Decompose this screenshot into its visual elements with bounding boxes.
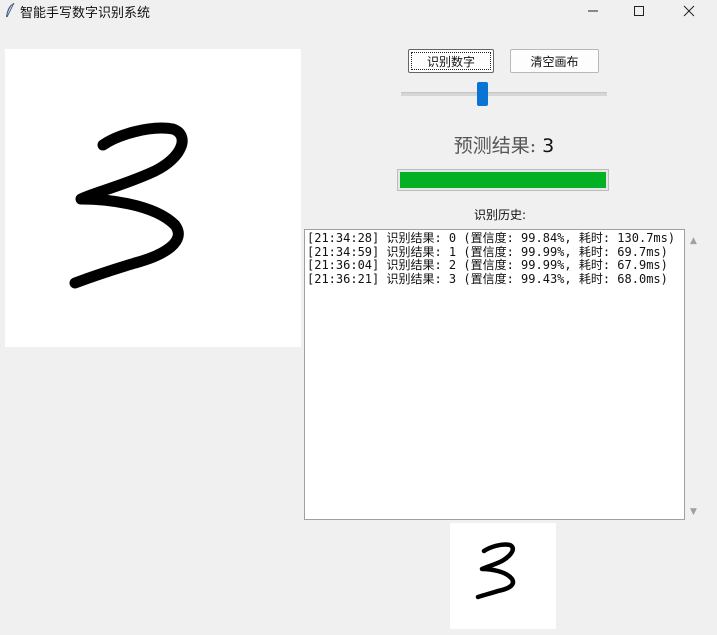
history-scrollbar[interactable]: ▲ ▼ [685, 229, 702, 520]
confidence-progress-bar [397, 169, 609, 191]
maximize-icon [634, 6, 644, 16]
history-line: [21:34:59] 识别结果: 1 (置信度: 99.99%, 耗时: 69.… [307, 244, 668, 259]
prediction-result: 预测结果: 3 [400, 131, 608, 158]
window-title: 智能手写数字识别系统 [20, 6, 151, 21]
preprocessed-preview-image [450, 523, 556, 629]
brush-size-slider-thumb[interactable] [477, 82, 488, 106]
history-line: [21:36:04] 识别结果: 2 (置信度: 99.99%, 耗时: 67.… [307, 258, 668, 272]
recognize-button[interactable]: 识别数字 [408, 49, 494, 73]
history-line: [21:36:21] 识别结果: 3 (置信度: 99.43%, 耗时: 68.… [307, 271, 668, 286]
clear-canvas-button[interactable]: 清空画布 [510, 49, 599, 73]
title-bar: 智能手写数字识别系统 [0, 0, 717, 22]
minimize-button[interactable] [570, 0, 616, 22]
drawing-canvas[interactable] [5, 49, 301, 347]
maximize-button[interactable] [616, 0, 662, 22]
preview-digit-drawing [475, 542, 516, 600]
feather-icon [6, 2, 15, 18]
handwritten-digit-drawing [69, 122, 188, 289]
close-icon [683, 5, 695, 17]
history-text-area[interactable]: [21:34:28] 识别结果: 0 (置信度: 99.84%, 耗时: 130… [304, 229, 685, 520]
scroll-down-arrow-icon[interactable]: ▼ [685, 503, 702, 520]
history-label: 识别历史: [473, 208, 527, 222]
close-button[interactable] [666, 0, 712, 22]
brush-size-slider-track[interactable] [401, 92, 607, 96]
minimize-icon [588, 10, 598, 12]
confidence-progress-fill [400, 172, 606, 188]
prediction-value: 3 [542, 135, 555, 157]
history-line: [21:34:28] 识别结果: 0 (置信度: 99.84%, 耗时: 130… [307, 231, 676, 245]
prediction-label: 预测结果: [453, 135, 543, 157]
scroll-up-arrow-icon[interactable]: ▲ [685, 232, 702, 249]
